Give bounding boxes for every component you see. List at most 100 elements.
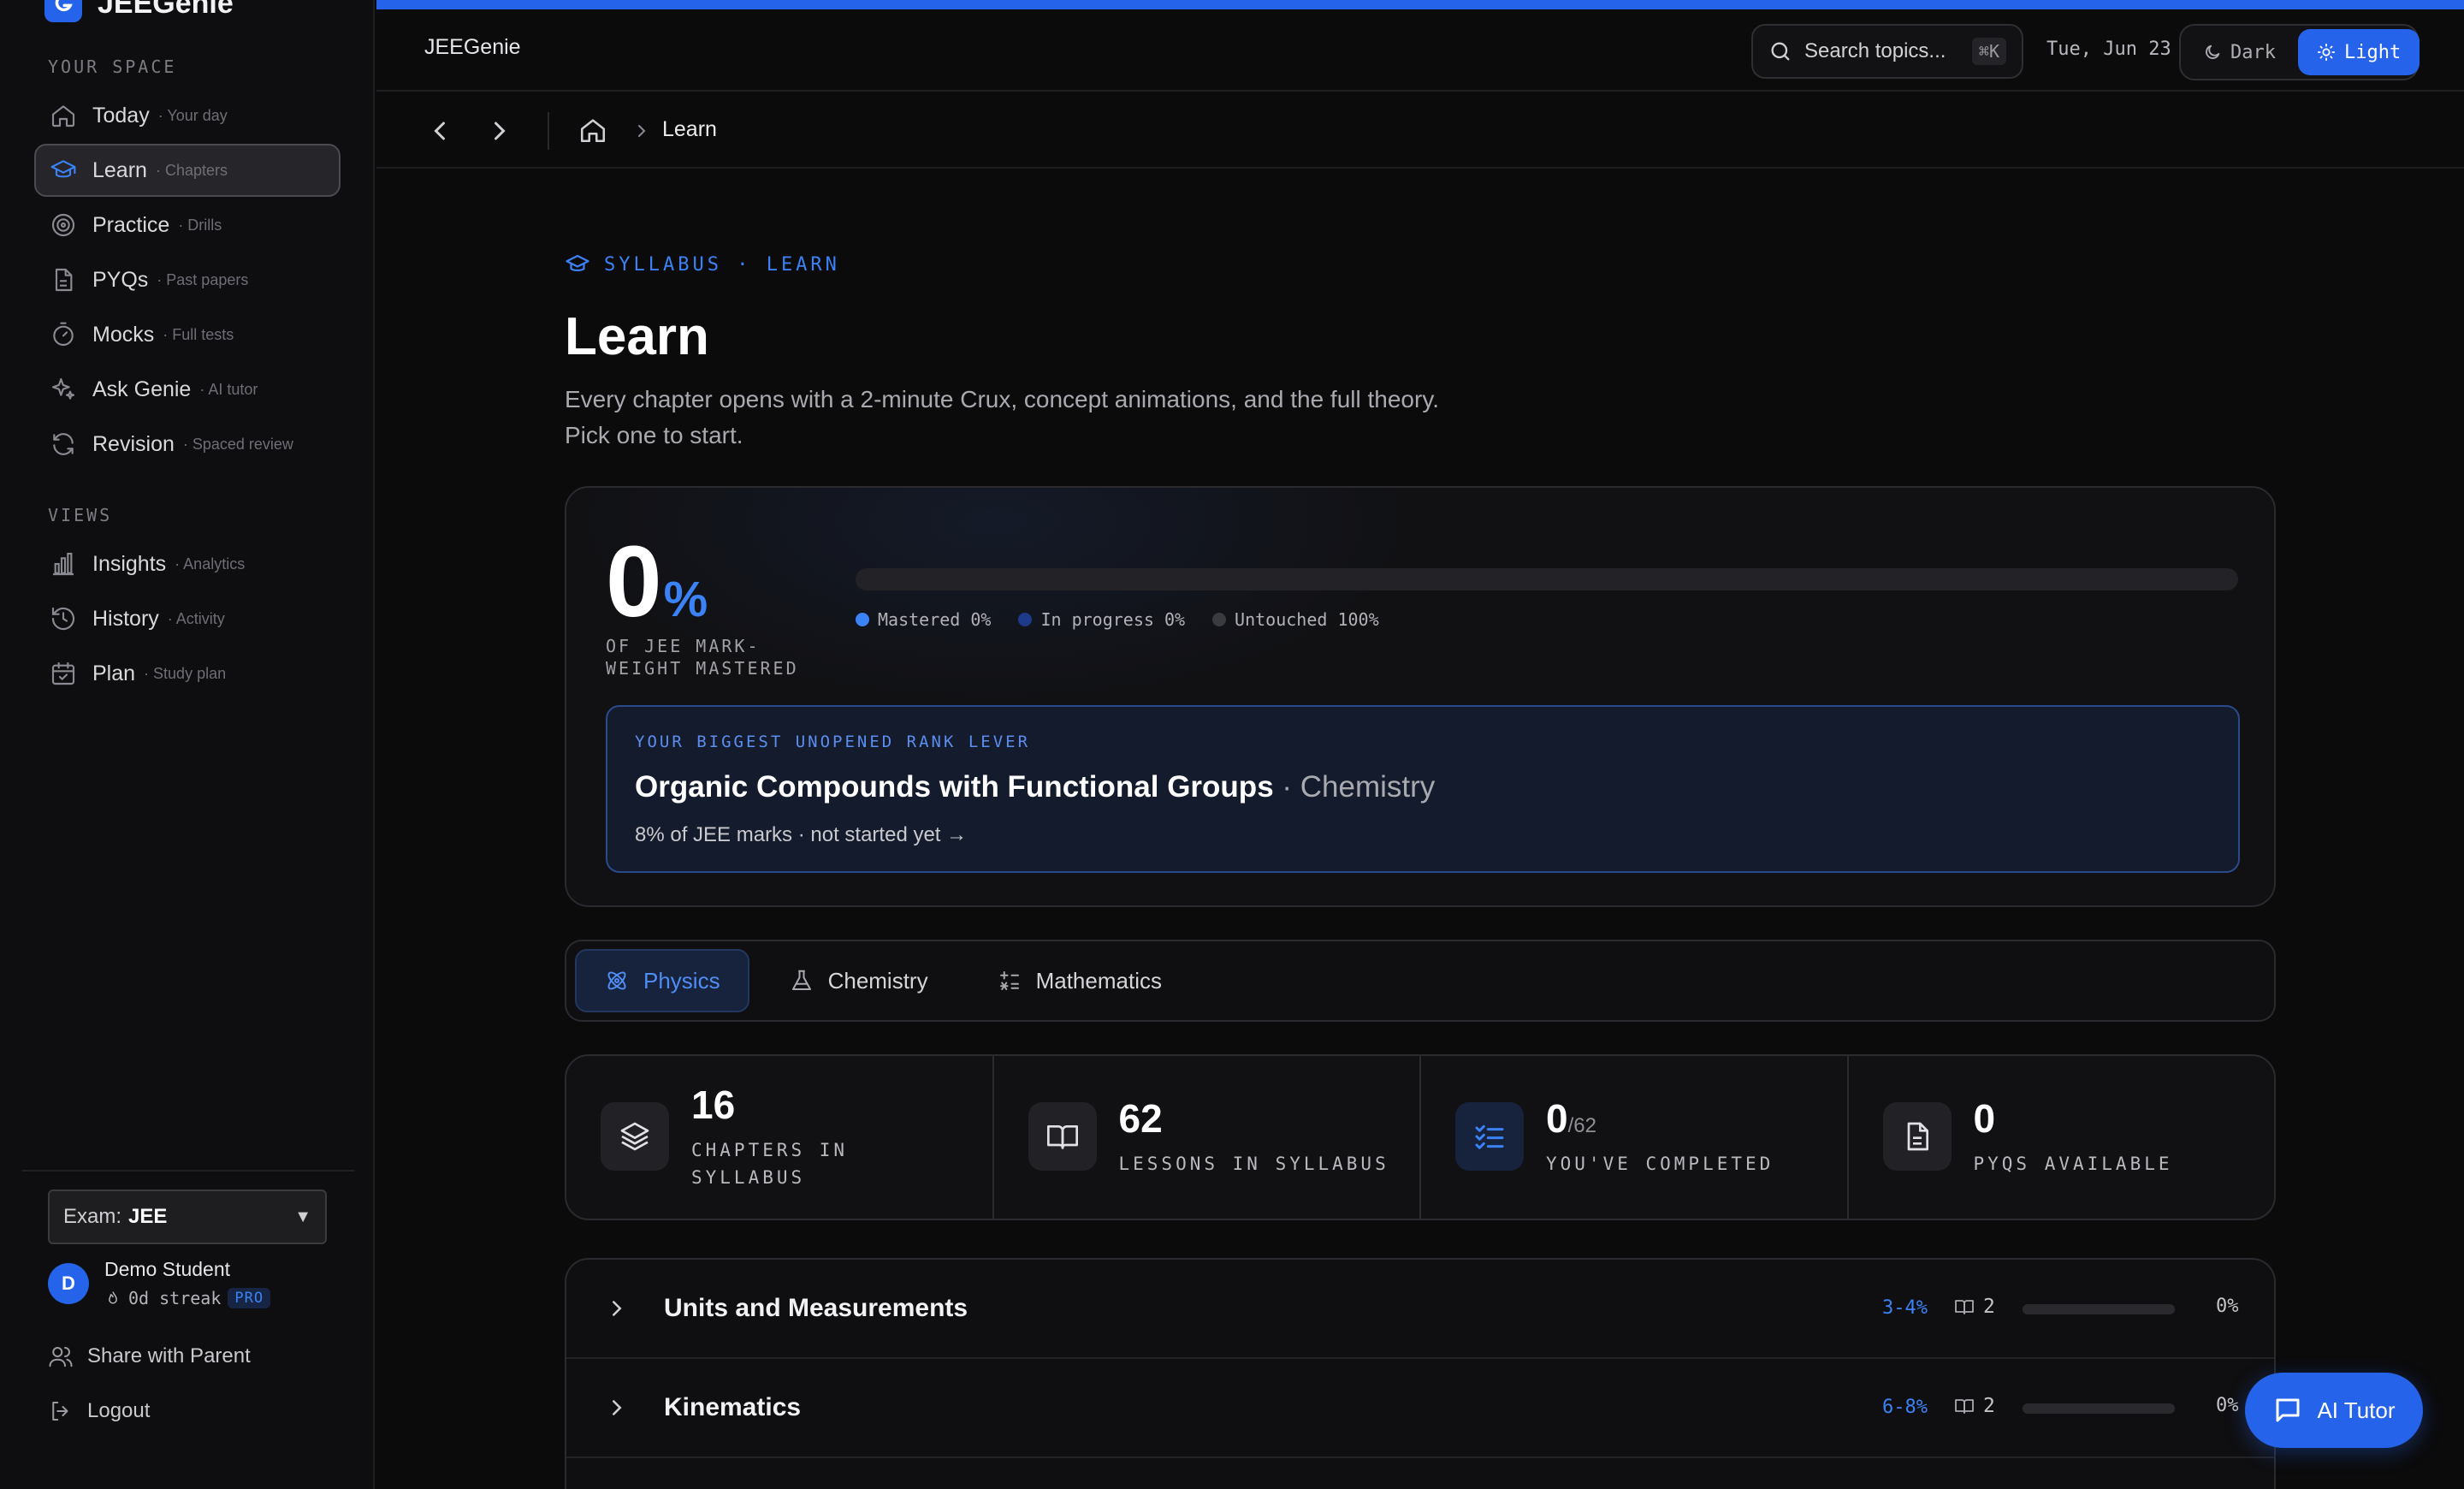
nav-your-space: Today · Your day Learn · Chapters Practi…: [34, 89, 341, 472]
chapter-lessons-count: 2: [1983, 1395, 1995, 1417]
share-with-parent-label: Share with Parent: [87, 1344, 251, 1367]
chapter-lessons: 2: [1954, 1296, 1995, 1318]
legend-untouched: Untouched 100%: [1212, 609, 1379, 630]
sidebar-item-revision[interactable]: Revision · Spaced review: [34, 418, 341, 471]
brand[interactable]: JEEGenie: [44, 0, 234, 24]
tab-physics[interactable]: Physics: [575, 949, 749, 1012]
sidebar-item-sub: · Your day: [157, 106, 228, 124]
sidebar-item-history[interactable]: History · Activity: [34, 592, 341, 645]
legend-label: Mastered 0%: [878, 609, 992, 630]
sidebar-item-today[interactable]: Today · Your day: [34, 89, 341, 142]
top-accent-bar: [376, 0, 2464, 9]
tab-label: Chemistry: [827, 967, 928, 994]
rank-lever-card[interactable]: YOUR BIGGEST UNOPENED RANK LEVER Organic…: [606, 705, 2240, 873]
theme-dark-button[interactable]: Dark: [2184, 29, 2295, 75]
sidebar-item-label: Revision: [92, 431, 175, 456]
page-description: Every chapter opens with a 2-minute Crux…: [565, 386, 1440, 448]
forward-button[interactable]: [484, 116, 515, 146]
theme-light-button[interactable]: Light: [2297, 29, 2420, 75]
stat-of: /62: [1567, 1114, 1596, 1137]
page-title: Learn: [565, 307, 709, 366]
stat-lessons: 62 LESSONS IN SYLLABUS: [994, 1056, 1421, 1219]
ai-tutor-button[interactable]: AI Tutor: [2245, 1373, 2423, 1448]
chapter-lessons-count: 2: [1983, 1296, 1995, 1318]
sidebar-item-insights[interactable]: Insights · Analytics: [34, 537, 341, 590]
logout-button[interactable]: Logout: [48, 1398, 150, 1424]
breadcrumb-divider: [548, 112, 549, 150]
sidebar-divider: [22, 1170, 354, 1172]
checklist-icon: [1455, 1102, 1524, 1171]
sidebar-item-label: Ask Genie: [92, 377, 192, 401]
sidebar-item-label: Learn: [92, 157, 147, 182]
chevron-right-icon: [604, 1395, 630, 1421]
stat-number: 0: [1546, 1096, 1568, 1141]
bar-chart-icon: [50, 550, 77, 578]
chapter-name: Kinematics: [664, 1393, 802, 1421]
stat-label: PYQS AVAILABLE: [1973, 1154, 2173, 1174]
flame-icon: [109, 1291, 117, 1304]
sidebar-item-learn[interactable]: Learn · Chapters: [34, 144, 341, 197]
list-item[interactable]: Kinematics 6-8% 2 0%: [566, 1359, 2274, 1458]
sidebar-item-label: PYQs: [92, 267, 149, 292]
sidebar-item-sub: · Full tests: [163, 325, 234, 343]
legend-dot: [856, 613, 869, 626]
chapter-list: Units and Measurements 3-4% 2 0% Kinemat…: [565, 1258, 2276, 1489]
status-badge: PRO: [228, 1288, 271, 1308]
layers-icon: [601, 1102, 669, 1171]
brand-name: JEEGenie: [98, 0, 234, 20]
sidebar-item-ask-genie[interactable]: Ask Genie · AI tutor: [34, 363, 341, 416]
sidebar-item-label: Plan: [92, 661, 136, 685]
logout-icon: [48, 1398, 74, 1424]
sidebar-item-label: Today: [92, 103, 150, 128]
sidebar-item-plan[interactable]: Plan · Study plan: [34, 647, 341, 700]
rank-lever-subject: · Chemistry: [1282, 770, 1436, 804]
subject-tabs: Physics Chemistry Mathematics: [565, 940, 2276, 1022]
ai-tutor-label: AI Tutor: [2317, 1397, 2396, 1423]
stat-number: 0: [1973, 1096, 1996, 1141]
tab-chemistry[interactable]: Chemistry: [760, 949, 957, 1012]
mastery-percent-symbol: %: [663, 572, 708, 627]
topbar-title: JEEGenie: [424, 35, 521, 59]
sidebar-item-mocks[interactable]: Mocks · Full tests: [34, 308, 341, 361]
stat-completed: 0/62 YOU'VE COMPLETED: [1421, 1056, 1849, 1219]
sidebar-item-practice[interactable]: Practice · Drills: [34, 199, 341, 252]
sidebar-item-label: Mocks: [92, 322, 155, 347]
page-eyebrow: SYLLABUS · LEARN: [565, 252, 840, 277]
user-profile[interactable]: D Demo Student 0d streak PRO: [48, 1258, 271, 1308]
rank-lever-chapter: Organic Compounds with Functional Groups: [635, 770, 1274, 804]
sun-icon: [2317, 43, 2336, 62]
graduation-cap-icon: [50, 157, 77, 184]
sidebar-item-sub: · Spaced review: [182, 435, 293, 453]
file-icon: [1882, 1102, 1952, 1171]
chevron-down-icon: ▼: [294, 1207, 311, 1226]
chapter-percent: 0%: [2216, 1395, 2239, 1416]
search-input[interactable]: Search topics... ⌘K: [1751, 24, 2023, 79]
share-with-parent-button[interactable]: Share with Parent: [48, 1344, 251, 1369]
stats-panel: 16 CHAPTERS IN SYLLABUS 62 LESSONS IN SY…: [565, 1054, 2276, 1220]
top-bar: JEEGenie Search topics... ⌘K Tue, Jun 23…: [376, 9, 2464, 92]
exam-select[interactable]: Exam: JEE ▼: [48, 1189, 327, 1244]
refresh-icon: [50, 430, 77, 458]
mastery-percent-value: 0: [606, 525, 662, 638]
book-icon: [1954, 1296, 1975, 1317]
theme-dark-label: Dark: [2230, 41, 2276, 63]
breadcrumb: Learn: [376, 93, 2464, 169]
streak-count: 0d streak: [128, 1288, 222, 1308]
sparkles-icon: [50, 376, 77, 403]
sidebar-item-sub: · Study plan: [144, 664, 227, 682]
mastery-caption: OF JEE MARK-WEIGHT MASTERED: [606, 636, 799, 679]
breadcrumb-home-icon[interactable]: [578, 116, 607, 145]
chevron-right-icon: [631, 121, 652, 141]
search-shortcut: ⌘K: [1971, 38, 2006, 65]
section-label-your-space: YOUR SPACE: [48, 56, 177, 77]
tab-mathematics[interactable]: Mathematics: [968, 949, 1191, 1012]
back-button[interactable]: [424, 116, 455, 146]
timer-icon: [50, 321, 77, 348]
stat-pyqs: 0 PYQS AVAILABLE: [1849, 1056, 2275, 1219]
sidebar-item-label: Practice: [92, 212, 170, 237]
sidebar-item-pyqs[interactable]: PYQs · Past papers: [34, 253, 341, 306]
tab-label: Mathematics: [1035, 967, 1162, 994]
list-item[interactable]: Units and Measurements 3-4% 2 0%: [566, 1260, 2274, 1359]
nav-views: Insights · Analytics History · Activity …: [34, 537, 341, 702]
legend-label: Untouched 100%: [1235, 609, 1379, 630]
